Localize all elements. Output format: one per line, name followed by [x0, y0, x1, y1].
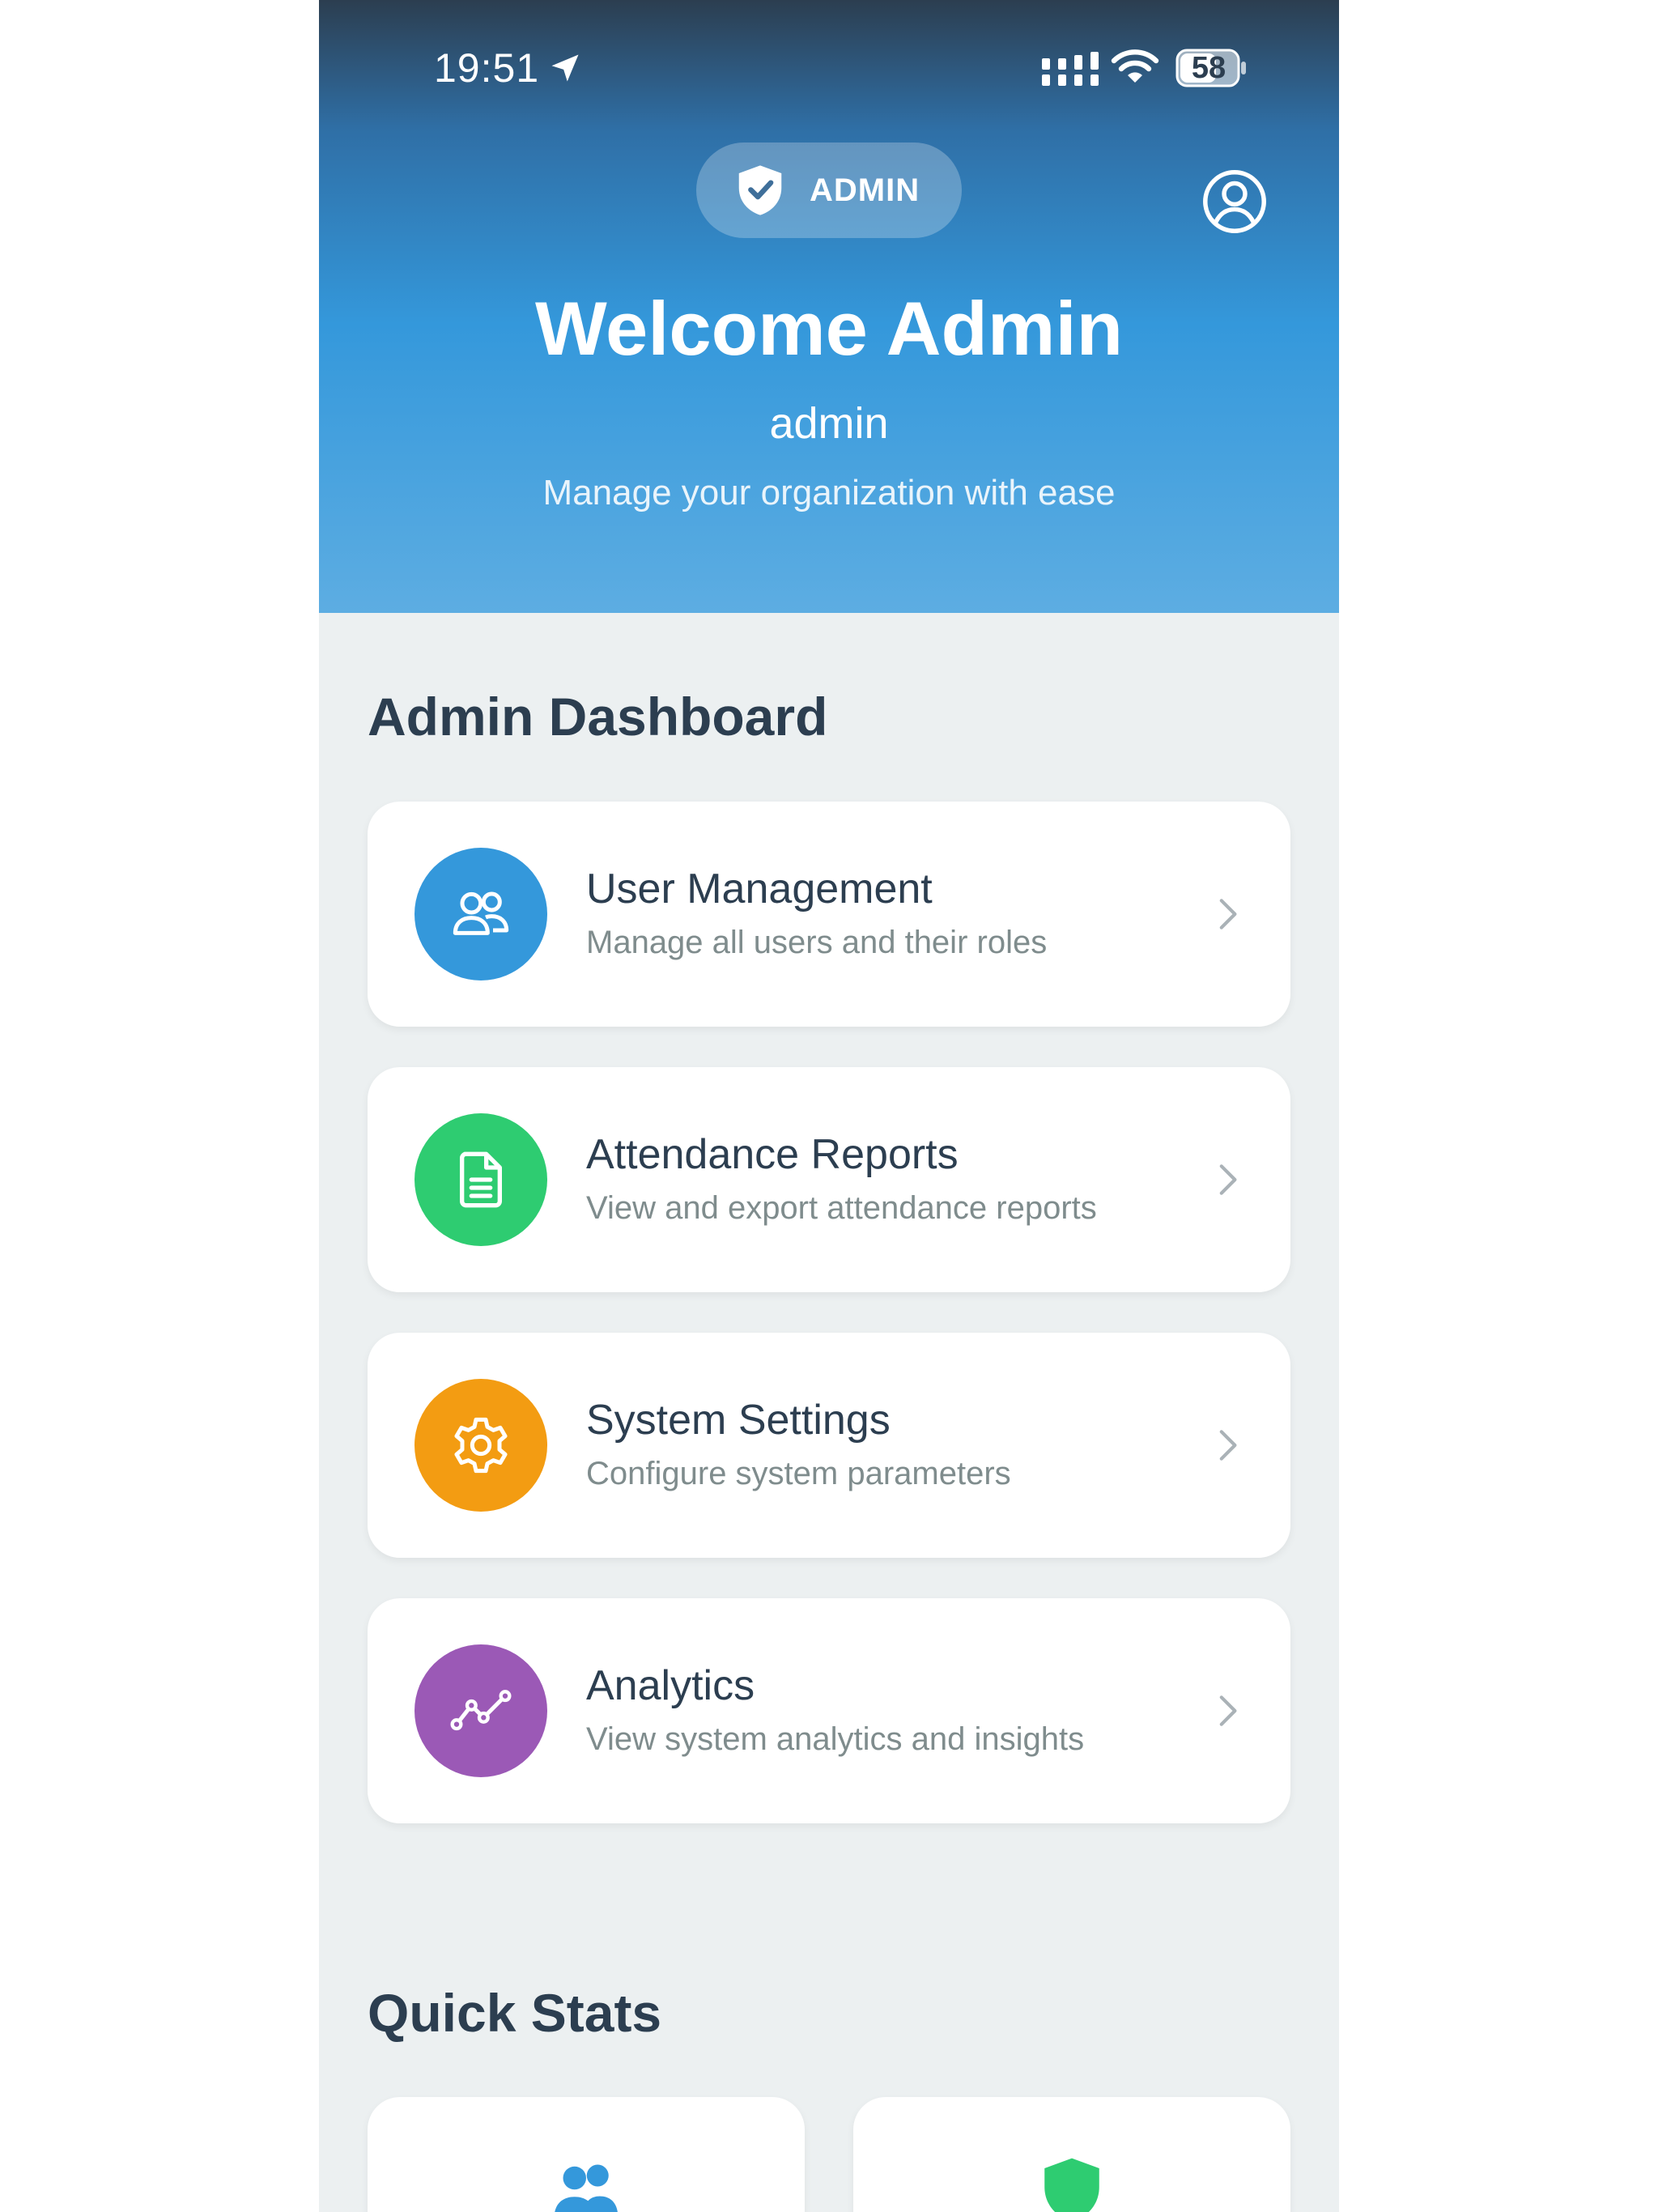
card-title: System Settings	[586, 1397, 891, 1444]
wifi-icon	[1111, 49, 1159, 83]
stat-card-security[interactable]	[853, 2097, 1290, 2212]
shield-check-icon	[738, 165, 782, 215]
analytics-card[interactable]: Analytics View system analytics and insi…	[368, 1598, 1290, 1823]
chevron-right-icon	[1219, 1695, 1237, 1726]
chevron-right-icon	[1219, 899, 1237, 929]
welcome-header: 19:51 58 ADMIN Welcome Admin admin Manag…	[319, 0, 1339, 613]
document-icon	[460, 1151, 502, 1208]
attendance-reports-icon-circle	[414, 1113, 547, 1246]
system-settings-icon-circle	[414, 1379, 547, 1512]
stat-card-users[interactable]	[368, 2097, 805, 2212]
app-screen: 19:51 58 ADMIN Welcome Admin admin Manag…	[319, 0, 1339, 2212]
attendance-reports-card[interactable]: Attendance Reports View and export atten…	[368, 1067, 1290, 1292]
user-circle-icon[interactable]	[1201, 168, 1268, 235]
role-badge-label: ADMIN	[810, 172, 920, 208]
username-label: admin	[769, 399, 889, 448]
status-time: 19:51	[434, 45, 540, 91]
gear-icon	[454, 1417, 508, 1474]
card-subtitle: View and export attendance reports	[586, 1190, 1097, 1226]
dashboard-section-title: Admin Dashboard	[368, 687, 828, 747]
header-tagline: Manage your organization with ease	[542, 473, 1116, 513]
user-management-card[interactable]: User Management Manage all users and the…	[368, 802, 1290, 1027]
analytics-icon-circle	[414, 1644, 547, 1777]
page-title: Welcome Admin	[534, 286, 1124, 371]
card-title: Attendance Reports	[586, 1131, 959, 1178]
chevron-right-icon	[1219, 1164, 1237, 1195]
battery-level: 58	[1191, 51, 1226, 85]
card-subtitle: Configure system parameters	[586, 1456, 1011, 1491]
chevron-right-icon	[1219, 1430, 1237, 1461]
system-settings-card[interactable]: System Settings Configure system paramet…	[368, 1333, 1290, 1558]
users-icon	[453, 891, 509, 935]
shield-icon	[1044, 2158, 1099, 2212]
card-subtitle: View system analytics and insights	[586, 1721, 1085, 1757]
user-management-icon-circle	[414, 848, 547, 981]
cellular-signal-icon	[1042, 52, 1099, 86]
card-title: User Management	[586, 866, 933, 912]
quick-stats-section-title: Quick Stats	[368, 1983, 662, 2043]
card-title: Analytics	[586, 1662, 755, 1709]
trend-chart-icon	[450, 1690, 512, 1731]
location-arrow-icon	[551, 54, 579, 82]
users-icon	[555, 2164, 618, 2212]
card-subtitle: Manage all users and their roles	[586, 925, 1048, 960]
role-badge: ADMIN	[696, 143, 962, 238]
